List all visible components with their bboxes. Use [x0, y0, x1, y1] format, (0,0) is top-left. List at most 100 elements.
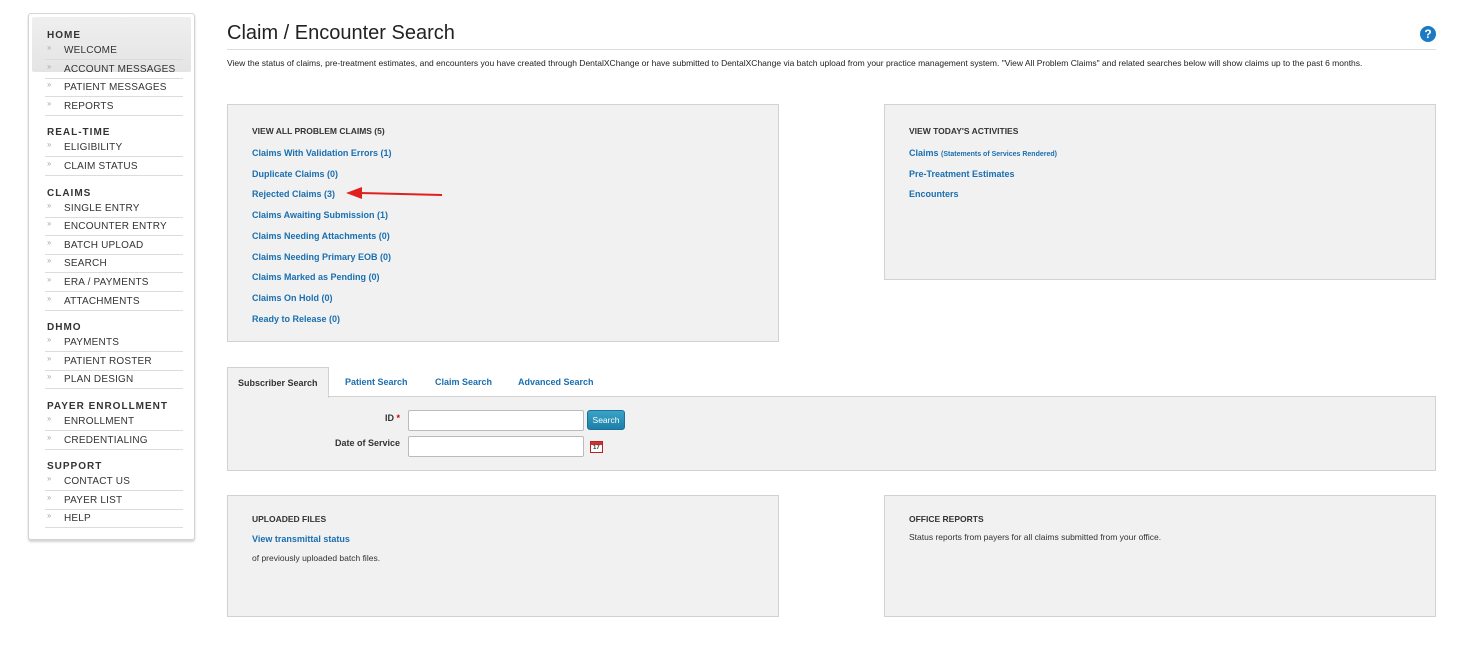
double-chevron-icon: ›› — [47, 511, 51, 521]
sidebar-item-label: CLAIM STATUS — [64, 161, 138, 172]
sidebar-item-search[interactable]: ›› SEARCH — [45, 255, 183, 274]
double-chevron-icon: ›› — [47, 432, 51, 442]
calendar-icon[interactable]: 17 — [590, 441, 603, 453]
uploaded-files-panel: UPLOADED FILES View transmittal status o… — [227, 495, 779, 617]
tab-claim-search[interactable]: Claim Search — [435, 367, 492, 397]
tab-patient-search[interactable]: Patient Search — [345, 367, 408, 397]
sidebar-item-encounter-entry[interactable]: ›› ENCOUNTER ENTRY — [45, 218, 183, 237]
double-chevron-icon: ›› — [47, 219, 51, 229]
id-input[interactable] — [408, 410, 584, 431]
sidebar-item-label: ERA / PAYMENTS — [64, 277, 149, 288]
sidebar-item-label: ENROLLMENT — [64, 416, 135, 427]
double-chevron-icon: ›› — [47, 256, 51, 266]
sidebar-item-label: ATTACHMENTS — [64, 295, 140, 307]
annotation-arrow — [346, 187, 443, 199]
page-title: Claim / Encounter Search — [227, 22, 455, 44]
sidebar-item-label: ACCOUNT MESSAGES — [64, 63, 176, 75]
double-chevron-icon: ›› — [47, 372, 51, 382]
subscriber-search-panel: ID * Search Date of Service 17 — [227, 396, 1436, 471]
sidebar-item-era-payments[interactable]: ›› ERA / PAYMENTS — [45, 274, 183, 292]
double-chevron-icon: ›› — [47, 140, 51, 150]
uploaded-files-text: of previously uploaded batch files. — [252, 553, 381, 563]
tab-subscriber-search[interactable]: Subscriber Search — [227, 367, 329, 398]
problem-claims-title: VIEW ALL PROBLEM CLAIMS (5) — [252, 126, 385, 136]
search-button[interactable]: Search — [587, 410, 625, 430]
link-needing-primary-eob[interactable]: Claims Needing Primary EOB (0) — [252, 252, 391, 262]
link-duplicate-claims[interactable]: Duplicate Claims (0) — [252, 169, 338, 179]
sidebar-item-label: PAYMENTS — [64, 337, 120, 349]
id-label-text: ID — [384, 413, 394, 423]
link-validation-errors[interactable]: Claims With Validation Errors (1) — [252, 148, 391, 158]
sidebar-item-welcome[interactable]: ›› WELCOME — [45, 42, 183, 60]
sidebar-item-attachments[interactable]: ›› ATTACHMENTS — [45, 293, 183, 311]
double-chevron-icon: ›› — [47, 98, 51, 108]
id-label: ID * — [328, 413, 400, 423]
sidebar-item-plan-design[interactable]: ›› PLAN DESIGN — [45, 371, 183, 390]
help-icon[interactable]: ? — [1420, 26, 1436, 42]
todays-claims-note: (Statements of Services Rendered) — [941, 151, 1057, 158]
sidebar-item-label: HELP — [64, 513, 91, 525]
sidebar-item-label: ELIGIBILITY — [64, 142, 123, 154]
sidebar-item-help[interactable]: ›› HELP — [45, 510, 183, 529]
sidebar-group-title: HOME — [47, 30, 81, 41]
office-reports-text: Status reports from payers for all claim… — [909, 532, 1162, 542]
sidebar-item-label: PATIENT MESSAGES — [64, 82, 167, 94]
title-divider — [227, 49, 1436, 50]
sidebar-item-payments[interactable]: ›› PAYMENTS — [45, 334, 183, 353]
sidebar-item-account-messages[interactable]: ›› ACCOUNT MESSAGES — [45, 61, 183, 79]
sidebar-item-eligibility[interactable]: ›› ELIGIBILITY — [45, 139, 183, 158]
date-of-service-label: Date of Service — [334, 438, 400, 448]
todays-activities-panel: VIEW TODAY'S ACTIVITIES Claims (Statemen… — [884, 104, 1436, 280]
double-chevron-icon: ›› — [47, 61, 51, 71]
todays-activities-title: VIEW TODAY'S ACTIVITIES — [909, 126, 1019, 136]
tab-advanced-search[interactable]: Advanced Search — [518, 367, 594, 397]
sidebar-item-label: BATCH UPLOAD — [64, 239, 144, 251]
sidebar-item-label: WELCOME — [64, 45, 118, 56]
sidebar-group-title: PAYER ENROLLMENT — [47, 401, 169, 412]
sidebar-item-label: PLAN DESIGN — [64, 374, 134, 386]
sidebar-item-credentialing[interactable]: ›› CREDENTIALING — [45, 432, 183, 450]
link-encounters[interactable]: Encounters — [909, 189, 959, 199]
problem-claims-panel: VIEW ALL PROBLEM CLAIMS (5) Claims With … — [227, 104, 779, 342]
uploaded-files-title: UPLOADED FILES — [252, 514, 327, 524]
sidebar-item-label: REPORTS — [64, 100, 114, 112]
double-chevron-icon: ›› — [47, 275, 51, 284]
todays-claims-label: Claims — [909, 148, 939, 158]
office-reports-title: OFFICE REPORTS — [909, 514, 984, 524]
link-todays-claims[interactable]: Claims (Statements of Services Rendered) — [909, 148, 1057, 158]
link-awaiting-submission[interactable]: Claims Awaiting Submission (1) — [252, 210, 388, 220]
sidebar-item-claim-status[interactable]: ›› CLAIM STATUS — [45, 158, 183, 176]
link-rejected-claims[interactable]: Rejected Claims (3) — [252, 189, 335, 199]
sidebar-item-patient-messages[interactable]: ›› PATIENT MESSAGES — [45, 79, 183, 98]
sidebar-item-contact-us[interactable]: ›› CONTACT US — [45, 473, 183, 492]
sidebar-item-patient-roster[interactable]: ›› PATIENT ROSTER — [45, 353, 183, 371]
sidebar-item-label: CREDENTIALING — [64, 434, 148, 446]
sidebar-item-reports[interactable]: ›› REPORTS — [45, 98, 183, 116]
sidebar-item-payer-list[interactable]: ›› PAYER LIST — [45, 492, 183, 510]
double-chevron-icon: ›› — [47, 492, 51, 502]
date-of-service-input[interactable] — [408, 436, 584, 457]
link-view-transmittal-status[interactable]: View transmittal status — [252, 534, 350, 544]
link-on-hold[interactable]: Claims On Hold (0) — [252, 293, 333, 303]
link-marked-pending[interactable]: Claims Marked as Pending (0) — [252, 272, 380, 282]
sidebar-group-title: DHMO — [47, 322, 82, 334]
link-needing-attachments[interactable]: Claims Needing Attachments (0) — [252, 231, 390, 241]
double-chevron-icon: ›› — [47, 200, 51, 210]
double-chevron-icon: ›› — [47, 80, 51, 90]
double-chevron-icon: ›› — [47, 335, 51, 345]
intro-text: View the status of claims, pre-treatment… — [227, 58, 1363, 68]
double-chevron-icon: ›› — [47, 414, 51, 423]
sidebar-item-label: CONTACT US — [64, 476, 131, 488]
link-pre-treatment-estimates[interactable]: Pre-Treatment Estimates — [909, 169, 1015, 179]
sidebar-item-label: SEARCH — [64, 258, 107, 270]
sidebar-item-label: PATIENT ROSTER — [64, 355, 152, 367]
double-chevron-icon: ›› — [47, 237, 51, 247]
sidebar-item-single-entry[interactable]: ›› SINGLE ENTRY — [45, 200, 183, 218]
sidebar-item-enrollment[interactable]: ›› ENROLLMENT — [45, 413, 183, 431]
office-reports-panel: OFFICE REPORTS Status reports from payer… — [884, 495, 1436, 617]
sidebar-nav: HOME ›› WELCOME ›› ACCOUNT MESSAGES ›› PATIENT… — [28, 13, 195, 540]
sidebar-item-batch-upload[interactable]: ›› BATCH UPLOAD — [45, 237, 183, 255]
double-chevron-icon: ›› — [47, 43, 51, 52]
link-ready-to-release[interactable]: Ready to Release (0) — [252, 314, 340, 324]
sidebar-item-label: ENCOUNTER ENTRY — [64, 221, 167, 233]
